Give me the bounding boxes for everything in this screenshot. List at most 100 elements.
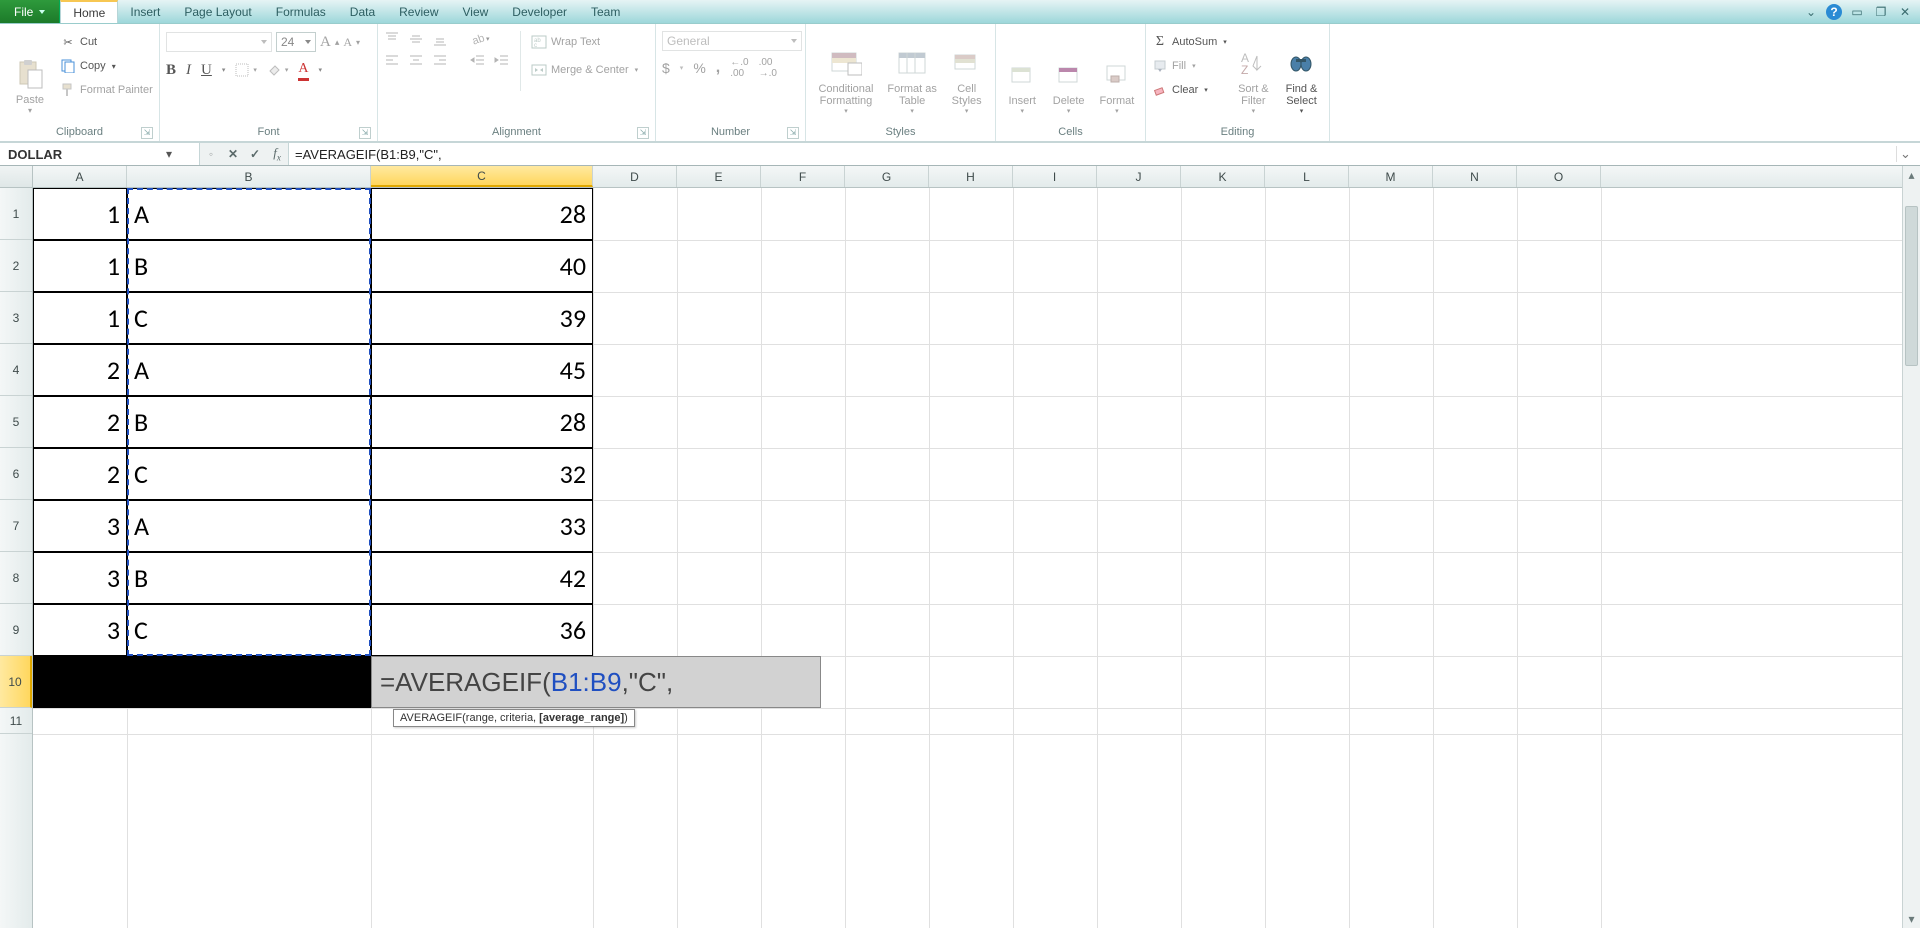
name-box-input[interactable] <box>0 147 160 162</box>
increase-decimal-icon[interactable]: ←.0.00 <box>730 57 748 79</box>
font-size-select[interactable]: 24 <box>276 32 316 52</box>
format-cells-button[interactable]: Format▾ <box>1095 27 1139 115</box>
formula-enter-icon[interactable]: ✓ <box>244 147 266 162</box>
alignment-dialog-icon[interactable]: ⇲ <box>637 127 649 139</box>
cell-B1[interactable]: A <box>127 188 371 240</box>
column-header-I[interactable]: I <box>1013 166 1097 187</box>
cell-A7[interactable]: 3 <box>33 500 127 552</box>
cell-C5[interactable]: 28 <box>371 396 593 448</box>
column-header-O[interactable]: O <box>1517 166 1601 187</box>
cell-A5[interactable]: 2 <box>33 396 127 448</box>
cell-A4[interactable]: 2 <box>33 344 127 396</box>
copy-button[interactable]: Copy▾ <box>60 55 153 77</box>
cell-A6[interactable]: 2 <box>33 448 127 500</box>
column-header-H[interactable]: H <box>929 166 1013 187</box>
window-close-icon[interactable]: ✕ <box>1896 4 1914 20</box>
formula-input[interactable]: =AVERAGEIF(B1:B9,"C", ⌄ <box>289 143 1920 165</box>
insert-function-icon[interactable]: fx <box>266 145 288 163</box>
wrap-text-button[interactable]: abcWrap Text <box>531 31 638 53</box>
autosum-button[interactable]: ΣAutoSum▾ <box>1152 31 1227 53</box>
decrease-indent-icon[interactable] <box>470 53 486 69</box>
borders-button[interactable]: ▾ <box>235 59 257 81</box>
row-header-8[interactable]: 8 <box>0 552 32 604</box>
window-restore-icon[interactable]: ❐ <box>1872 4 1890 20</box>
clipboard-dialog-icon[interactable]: ⇲ <box>141 127 153 139</box>
number-format-select[interactable]: General <box>662 31 802 51</box>
column-header-A[interactable]: A <box>33 166 127 187</box>
merge-center-button[interactable]: Merge & Center▾ <box>531 59 638 81</box>
delete-cells-button[interactable]: Delete▾ <box>1048 27 1088 115</box>
cell-B3[interactable]: C <box>127 292 371 344</box>
cell-A8[interactable]: 3 <box>33 552 127 604</box>
row-header-1[interactable]: 1 <box>0 188 32 240</box>
cells-area[interactable]: 1A281B401C392A452B282C323A333B423C36=AVE… <box>33 188 1902 928</box>
column-header-M[interactable]: M <box>1349 166 1433 187</box>
cut-button[interactable]: ✂Cut <box>60 31 153 53</box>
cell-C10-editing[interactable]: =AVERAGEIF(B1:B9,"C", <box>371 656 821 708</box>
column-header-G[interactable]: G <box>845 166 929 187</box>
cell-B8[interactable]: B <box>127 552 371 604</box>
cell-B4[interactable]: A <box>127 344 371 396</box>
tab-insert[interactable]: Insert <box>118 0 172 23</box>
tab-data[interactable]: Data <box>338 0 387 23</box>
comma-button[interactable]: , <box>716 57 720 79</box>
tab-view[interactable]: View <box>451 0 501 23</box>
cell-A9[interactable]: 3 <box>33 604 127 656</box>
align-left-icon[interactable] <box>384 53 400 69</box>
font-dialog-icon[interactable]: ⇲ <box>359 127 371 139</box>
row-header-11[interactable]: 11 <box>0 708 32 734</box>
format-painter-button[interactable]: Format Painter <box>60 79 153 101</box>
cell-B5[interactable]: B <box>127 396 371 448</box>
font-color-button[interactable]: A <box>298 59 308 81</box>
formula-expand-icon[interactable]: ⌄ <box>1896 146 1914 162</box>
tab-formulas[interactable]: Formulas <box>264 0 338 23</box>
column-header-D[interactable]: D <box>593 166 677 187</box>
cell-A2[interactable]: 1 <box>33 240 127 292</box>
column-header-F[interactable]: F <box>761 166 845 187</box>
decrease-decimal-icon[interactable]: .00→.0 <box>759 57 777 79</box>
currency-button[interactable]: $ <box>662 57 670 79</box>
format-as-table-button[interactable]: Format as Table▾ <box>886 27 938 115</box>
column-header-B[interactable]: B <box>127 166 371 187</box>
scroll-thumb[interactable] <box>1905 206 1918 366</box>
find-select-button[interactable]: Find & Select▾ <box>1280 27 1323 115</box>
tab-developer[interactable]: Developer <box>500 0 579 23</box>
cell-B7[interactable]: A <box>127 500 371 552</box>
increase-font-icon[interactable]: A▴ <box>320 31 339 53</box>
column-header-E[interactable]: E <box>677 166 761 187</box>
vertical-scrollbar[interactable]: ▴ ▾ <box>1902 166 1920 928</box>
row-header-10[interactable]: 10 <box>0 656 32 708</box>
cell-styles-button[interactable]: Cell Styles▾ <box>944 27 989 115</box>
sort-filter-button[interactable]: AZSort & Filter▾ <box>1233 27 1274 115</box>
fill-color-button[interactable]: ▾ <box>267 59 289 81</box>
align-middle-icon[interactable] <box>408 31 424 47</box>
row-header-5[interactable]: 5 <box>0 396 32 448</box>
cell-A1[interactable]: 1 <box>33 188 127 240</box>
formula-cancel-icon[interactable]: ✕ <box>222 147 244 162</box>
underline-button[interactable]: U <box>201 59 212 81</box>
row-header-6[interactable]: 6 <box>0 448 32 500</box>
spreadsheet-grid[interactable]: ABCDEFGHIJKLMNO 1234567891011 1A281B401C… <box>0 166 1920 928</box>
scroll-up-icon[interactable]: ▴ <box>1903 166 1920 184</box>
column-header-N[interactable]: N <box>1433 166 1517 187</box>
cell-C2[interactable]: 40 <box>371 240 593 292</box>
tab-review[interactable]: Review <box>387 0 450 23</box>
font-name-select[interactable] <box>166 32 272 52</box>
column-header-C[interactable]: C <box>371 166 593 187</box>
row-header-2[interactable]: 2 <box>0 240 32 292</box>
cell-C7[interactable]: 33 <box>371 500 593 552</box>
cell-C3[interactable]: 39 <box>371 292 593 344</box>
row-header-9[interactable]: 9 <box>0 604 32 656</box>
formula-cancel-nav-icon[interactable]: ◦ <box>200 147 222 162</box>
column-header-J[interactable]: J <box>1097 166 1181 187</box>
align-right-icon[interactable] <box>432 53 448 69</box>
align-center-icon[interactable] <box>408 53 424 69</box>
cell-C8[interactable]: 42 <box>371 552 593 604</box>
percent-button[interactable]: % <box>693 57 705 79</box>
italic-button[interactable]: I <box>186 59 191 81</box>
column-header-L[interactable]: L <box>1265 166 1349 187</box>
row-header-7[interactable]: 7 <box>0 500 32 552</box>
cell-C9[interactable]: 36 <box>371 604 593 656</box>
insert-cells-button[interactable]: Insert▾ <box>1002 27 1042 115</box>
align-top-icon[interactable] <box>384 31 400 47</box>
